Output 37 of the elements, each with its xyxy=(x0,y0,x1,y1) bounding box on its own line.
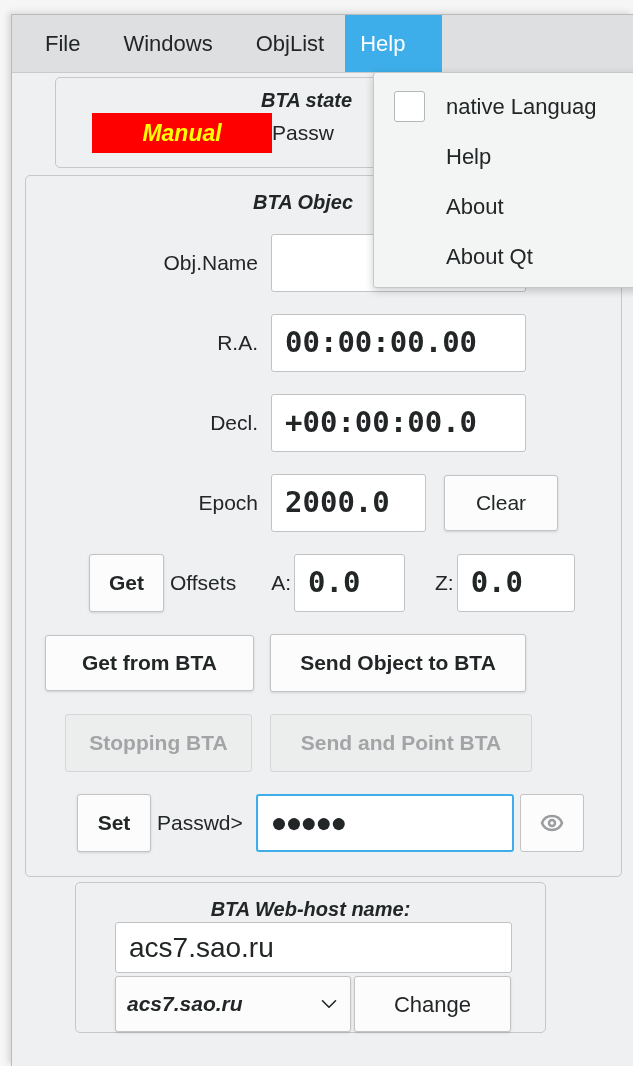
offset-z-field[interactable]: 0.0 xyxy=(456,554,575,612)
combo-value: acs7.sao.ru xyxy=(127,991,243,1018)
ra-field[interactable]: 00:00:00.00 xyxy=(271,314,526,372)
menu-entry[interactable]: About xyxy=(374,181,633,231)
field-label: R.A. xyxy=(217,330,258,357)
menu-item[interactable]: File xyxy=(30,15,96,72)
clear-button[interactable]: Clear xyxy=(444,475,558,531)
change-button[interactable]: Change xyxy=(354,976,511,1032)
panel-title: BTA state xyxy=(261,88,353,112)
password-label: Passwd> xyxy=(157,811,243,835)
host-field[interactable]: acs7.sao.ru xyxy=(115,922,512,973)
field-label: A: xyxy=(271,571,291,595)
menu-entry[interactable]: native Languag xyxy=(374,81,633,131)
checkbox[interactable] xyxy=(394,90,425,122)
menu-entry[interactable]: About Qt xyxy=(374,231,633,281)
menu-item[interactable]: ObjList xyxy=(240,15,340,72)
get-button[interactable]: Get xyxy=(89,554,164,612)
send-object-button[interactable]: Send Object to BTA xyxy=(270,634,526,692)
menu-item[interactable]: Windows xyxy=(108,15,228,72)
panel-title: BTA Web-host name: xyxy=(210,897,411,921)
offset-a-field[interactable]: 0.0 xyxy=(294,554,405,612)
get-from-bta-button[interactable]: Get from BTA xyxy=(45,635,254,691)
field-label: Decl. xyxy=(210,410,258,437)
offsets-label: Offsets xyxy=(170,571,237,595)
field-label: Epoch xyxy=(198,490,258,517)
mode-indicator: Manual xyxy=(92,113,272,153)
epoch-field[interactable]: 2000.0 xyxy=(271,474,426,532)
password-field[interactable]: ●●●●● xyxy=(255,794,514,852)
decl-field[interactable]: +00:00:00.0 xyxy=(271,394,526,452)
field-label: Z: xyxy=(435,571,454,595)
panel-title: BTA Objec xyxy=(253,190,353,214)
password-label: Passw xyxy=(272,120,334,147)
field-label: Obj.Name xyxy=(163,250,258,277)
show-password-button[interactable] xyxy=(519,794,584,852)
menu-entry[interactable]: Help xyxy=(374,131,633,181)
set-button[interactable]: Set xyxy=(77,794,151,852)
host-combo-box[interactable]: acs7.sao.ru xyxy=(115,976,351,1032)
